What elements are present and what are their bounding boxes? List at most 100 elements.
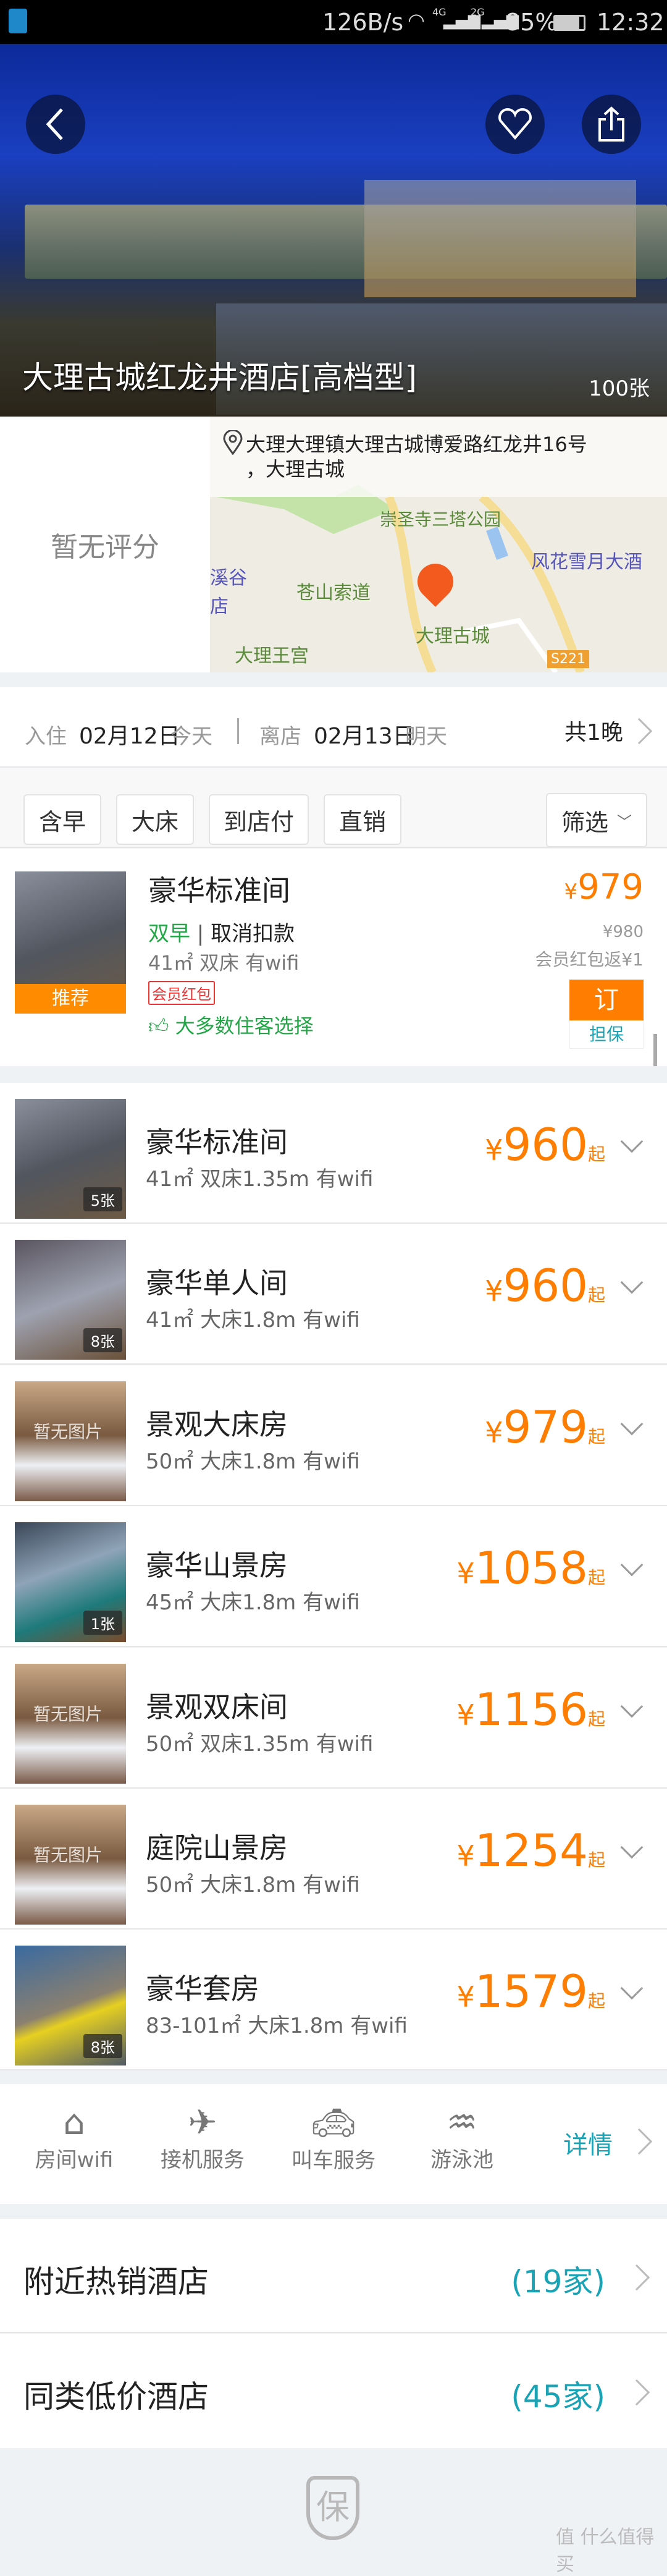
amenity-label: 叫车服务 bbox=[292, 2148, 375, 2173]
chevron-left-icon bbox=[46, 108, 63, 140]
map[interactable]: 大理大理镇大理古城博爱路红龙井16号 ，大理古城 崇圣寺三塔公园 风花雪月大酒 … bbox=[210, 417, 667, 672]
checkout-date[interactable]: 02月13日 bbox=[314, 718, 415, 750]
room-row[interactable]: 暂无图片 庭院山景房 50㎡ 大床1.8m 有wifi ¥1254起 bbox=[0, 1789, 667, 1930]
chevron-down-icon[interactable] bbox=[620, 1553, 644, 1577]
room-row[interactable]: 暂无图片 景观双床间 50㎡ 双床1.35m 有wifi ¥1156起 bbox=[0, 1647, 667, 1789]
rating: 暂无评分 bbox=[51, 532, 159, 563]
chevron-down-icon[interactable] bbox=[620, 1130, 644, 1153]
room-spec: 83-101㎡ 大床1.8m 有wifi bbox=[146, 2014, 408, 2039]
price-suffix: 起 bbox=[587, 1285, 605, 1306]
photo-count-badge: 1张 bbox=[83, 1611, 122, 1635]
guarantee-label: 担保 bbox=[569, 1020, 644, 1049]
hotel-photo-banner[interactable]: 大理古城红龙井酒店[高档型] 100张 bbox=[0, 44, 667, 417]
pool-icon: ♒ bbox=[446, 2103, 478, 2143]
currency: ¥ bbox=[485, 1133, 503, 1167]
net-speed: 126B/s bbox=[322, 9, 404, 36]
chevron-down-icon: ﹀ bbox=[617, 813, 632, 831]
hotel-info: 暂无评分 大理大理镇大理古城博爱路红龙井16号 ，大理古城 崇圣寺三塔公园 风花… bbox=[0, 417, 667, 672]
filter-chip-pay-at-hotel[interactable]: 到店付 bbox=[209, 794, 309, 845]
room-price: ¥1058起 bbox=[456, 1542, 605, 1594]
battery-percent: 85% bbox=[505, 9, 558, 36]
link-label: 同类低价酒店 bbox=[23, 2379, 209, 2415]
map-label: 苍山索道 bbox=[296, 582, 371, 604]
room-photo[interactable]: 暂无图片 bbox=[15, 1805, 126, 1925]
room-photo[interactable]: 8张 bbox=[15, 1946, 126, 2066]
room-name: 庭院山景房 bbox=[146, 1831, 288, 1865]
checkin-day: 今天 bbox=[170, 724, 212, 749]
chevron-down-icon[interactable] bbox=[620, 1977, 644, 2000]
amenities[interactable]: ⌂ 房间wifi ✈ 接机服务 🚕︎ 叫车服务 ♒ 游泳池 详情 bbox=[0, 2084, 667, 2204]
chevron-right-icon bbox=[623, 2264, 650, 2291]
chevron-right-icon bbox=[626, 718, 653, 745]
no-image-label: 暂无图片 bbox=[33, 1845, 103, 1865]
back-button[interactable] bbox=[26, 95, 85, 154]
hotel-name: 大理古城红龙井酒店[高档型] bbox=[22, 360, 417, 396]
price-suffix: 起 bbox=[587, 1567, 605, 1588]
room-photo[interactable]: 5张 bbox=[15, 1099, 126, 1219]
map-label: 风花雪月大酒 bbox=[531, 551, 642, 573]
clock: 12:32 bbox=[597, 9, 665, 36]
map-label: 崇圣寺三塔公园 bbox=[380, 509, 501, 530]
room-photo[interactable]: 暂无图片 bbox=[15, 1663, 126, 1784]
status-bar: 126B/s ◠ 4G ▂▄▆ 2G ▂▄▆ 85% 12:32 bbox=[0, 0, 667, 44]
price-value: 1156 bbox=[474, 1683, 588, 1735]
room-price: ¥1254起 bbox=[456, 1824, 605, 1876]
link-count: (45家) bbox=[511, 2379, 605, 2415]
scrollbar[interactable] bbox=[653, 1034, 657, 1066]
checkout-label: 离店 bbox=[259, 724, 301, 749]
chevron-right-icon bbox=[626, 2128, 653, 2155]
chevron-down-icon[interactable] bbox=[620, 1271, 644, 1294]
map-label: 大理古城 bbox=[416, 625, 490, 647]
filter-chip-direct[interactable]: 直销 bbox=[324, 794, 401, 845]
share-button[interactable] bbox=[582, 95, 641, 154]
price-suffix: 起 bbox=[587, 1991, 605, 2012]
watermark: 值 什么值得买 bbox=[556, 2527, 655, 2575]
price-value: 1579 bbox=[474, 1965, 588, 2018]
no-image-label: 暂无图片 bbox=[33, 1703, 103, 1724]
room-photo[interactable]: 暂无图片 bbox=[15, 1381, 126, 1501]
filter-chip-breakfast[interactable]: 含早 bbox=[23, 794, 101, 845]
nights-count[interactable]: 共1晚 bbox=[564, 714, 623, 747]
similar-cheap-hotels[interactable]: 同类低价酒店 (45家) bbox=[0, 2334, 667, 2448]
photo-count[interactable]: 100张 bbox=[589, 371, 650, 402]
room-name: 景观双床间 bbox=[146, 1690, 288, 1724]
price-suffix: 起 bbox=[587, 1708, 605, 1729]
room-photo[interactable]: 1张 bbox=[15, 1522, 126, 1643]
filter-bar: 含早 大床 到店付 直销 筛选 ﹀ bbox=[0, 768, 667, 848]
checkin-label: 入住 bbox=[25, 724, 67, 749]
currency: ¥ bbox=[456, 1698, 475, 1732]
currency: ¥ bbox=[564, 879, 578, 904]
price-suffix: 起 bbox=[587, 1850, 605, 1870]
favorite-button[interactable] bbox=[485, 95, 545, 154]
checkin-date[interactable]: 02月12日 bbox=[79, 718, 180, 750]
amenity-taxi: 🚕︎ 叫车服务 bbox=[272, 2103, 395, 2174]
room-photo[interactable]: 推荐 bbox=[15, 871, 126, 1014]
photo-count-badge: 5张 bbox=[83, 1187, 122, 1211]
room-row[interactable]: 暂无图片 景观大床房 50㎡ 大床1.8m 有wifi ¥979起 bbox=[0, 1365, 667, 1506]
book-button[interactable]: 订 bbox=[569, 980, 644, 1020]
recommend-tag: 推荐 bbox=[15, 984, 126, 1014]
chevron-down-icon[interactable] bbox=[620, 1695, 644, 1718]
featured-room[interactable]: 推荐 豪华标准间 双早 | 取消扣款 41㎡ 双床 有wifi 会员红包 👍︎ … bbox=[0, 849, 667, 1066]
amenity-wifi: ⌂ 房间wifi bbox=[12, 2103, 136, 2173]
date-selector[interactable]: 入住 02月12日 今天 离店 02月13日 明天 共1晚 bbox=[0, 687, 667, 768]
link-count: (19家) bbox=[511, 2264, 605, 2300]
room-row[interactable]: 8张 豪华单人间 41㎡ 大床1.8m 有wifi ¥960起 bbox=[0, 1224, 667, 1365]
road-sign: S221 bbox=[547, 650, 589, 668]
map-label: 溪谷 bbox=[210, 567, 247, 589]
room-name: 景观大床房 bbox=[146, 1407, 288, 1441]
filter-chip-big-bed[interactable]: 大床 bbox=[116, 794, 194, 845]
room-row[interactable]: 8张 豪华套房 83-101㎡ 大床1.8m 有wifi ¥1579起 bbox=[0, 1930, 667, 2071]
chevron-down-icon[interactable] bbox=[620, 1836, 644, 1859]
amenities-details-link[interactable]: 详情 bbox=[563, 2125, 613, 2161]
nearby-hot-hotels[interactable]: 附近热销酒店 (19家) bbox=[0, 2219, 667, 2333]
filter-button[interactable]: 筛选 ﹀ bbox=[546, 793, 647, 847]
chevron-down-icon[interactable] bbox=[620, 1412, 644, 1436]
price-value: 979 bbox=[503, 1400, 588, 1453]
room-name: 豪华山景房 bbox=[146, 1549, 288, 1583]
room-row[interactable]: 5张 豪华标准间 41㎡ 双床1.35m 有wifi ¥960起 bbox=[0, 1083, 667, 1224]
room-photo[interactable]: 8张 bbox=[15, 1240, 126, 1360]
photo-count-badge: 8张 bbox=[83, 2034, 122, 2059]
currency: ¥ bbox=[485, 1274, 503, 1308]
room-row[interactable]: 1张 豪华山景房 45㎡ 大床1.8m 有wifi ¥1058起 bbox=[0, 1506, 667, 1648]
